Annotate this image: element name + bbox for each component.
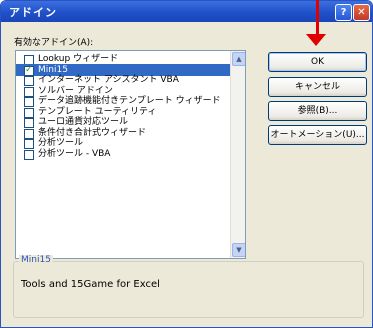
addins-list[interactable]: ▲ ▼ Lookup ウィザードMini15インターネット アシスタント VBA… — [15, 50, 246, 259]
close-button[interactable]: ✕ — [353, 4, 370, 21]
description-title: Mini15 — [19, 255, 53, 265]
annotation-arrow-icon — [306, 34, 326, 46]
list-scrollbar[interactable]: ▲ ▼ — [230, 51, 245, 258]
addin-item[interactable]: 分析ツール - VBA — [16, 148, 230, 160]
addin-checkbox[interactable] — [24, 149, 34, 160]
scroll-down-icon[interactable]: ▼ — [232, 243, 245, 257]
help-button[interactable]: ? — [335, 4, 352, 21]
ok-button[interactable]: OK — [268, 52, 367, 72]
scroll-up-icon[interactable]: ▲ — [232, 52, 245, 66]
cancel-button[interactable]: キャンセル — [268, 77, 367, 97]
addins-list-label: 有効なアドイン(A): — [14, 38, 94, 48]
addins-dialog: アドイン ? ✕ 有効なアドイン(A): ▲ ▼ Lookup ウィザードMin… — [0, 0, 373, 328]
dialog-title: アドイン — [9, 6, 57, 19]
annotation-arrow-shaft — [316, 0, 319, 38]
automation-button[interactable]: オートメーション(U)... — [268, 125, 367, 145]
browse-button[interactable]: 参照(B)... — [268, 101, 367, 121]
description-text: Tools and 15Game for Excel — [21, 279, 160, 290]
addin-label: 分析ツール - VBA — [38, 148, 111, 159]
